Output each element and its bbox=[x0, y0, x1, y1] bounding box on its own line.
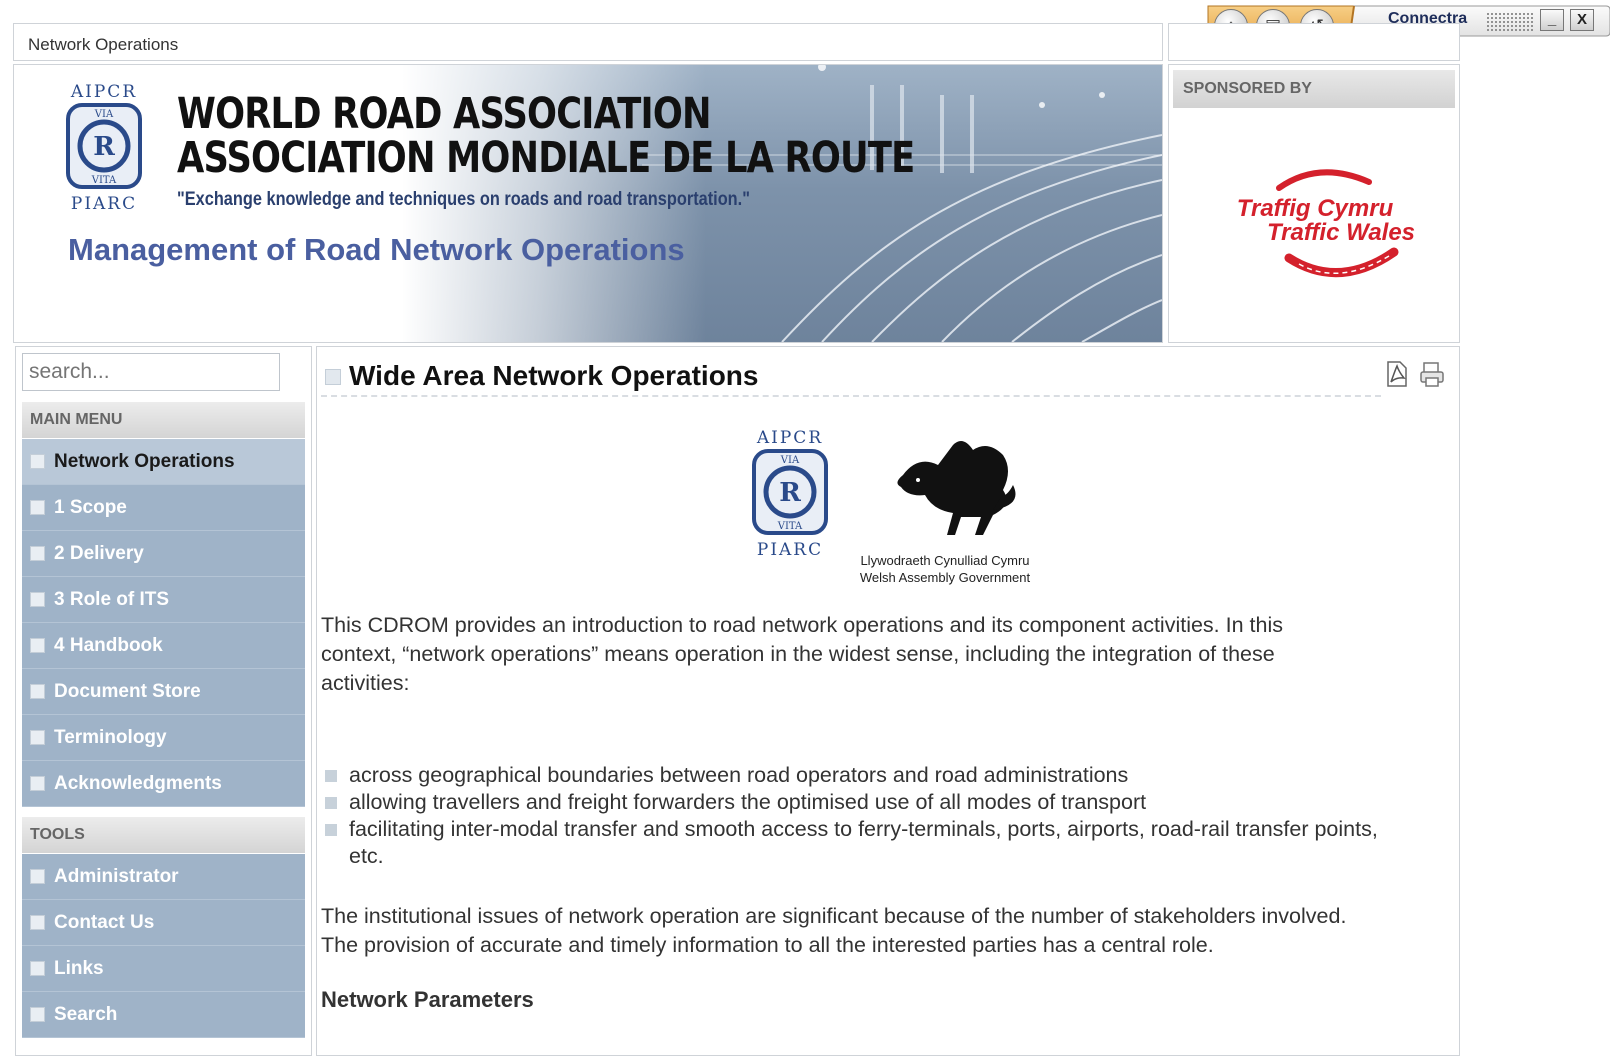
menu-item-document-store[interactable]: Document Store bbox=[22, 669, 305, 715]
svg-text:R: R bbox=[779, 478, 801, 508]
sponsor-panel: SPONSORED BY Traffig Cymru Traffic Wales bbox=[1168, 64, 1460, 343]
site-title: Management of Road Network Operations bbox=[68, 232, 685, 267]
main-menu-heading-bar: MAIN MENU bbox=[22, 402, 305, 438]
svg-text:AIPCR: AIPCR bbox=[70, 83, 137, 102]
menu-item-scope[interactable]: 1 Scope bbox=[22, 485, 305, 531]
square-bullet-icon bbox=[325, 770, 337, 782]
traffic-wales-logo[interactable]: Traffig Cymru Traffic Wales bbox=[1219, 160, 1419, 290]
sponsor-heading-bar: SPONSORED BY bbox=[1173, 70, 1455, 108]
intro-paragraph: This CDROM provides an introduction to r… bbox=[321, 613, 1283, 695]
menu-item-administrator[interactable]: Administrator bbox=[22, 854, 305, 900]
tools-menu: Administrator Contact Us Links Search bbox=[22, 854, 305, 1038]
svg-text:R: R bbox=[93, 132, 115, 162]
square-bullet-icon bbox=[30, 500, 45, 515]
svg-text:AIPCR: AIPCR bbox=[756, 429, 823, 448]
minimize-button[interactable]: _ bbox=[1540, 9, 1564, 31]
title-divider bbox=[321, 395, 1381, 397]
square-bullet-icon bbox=[30, 1007, 45, 1022]
square-bullet-icon bbox=[30, 869, 45, 884]
aipcr-logo: AIPCR R VIA VITA PIARC bbox=[66, 83, 142, 213]
search-input[interactable] bbox=[22, 353, 280, 391]
menu-item-contact-us[interactable]: Contact Us bbox=[22, 900, 305, 946]
breadcrumb-text: Network Operations bbox=[28, 35, 179, 54]
page-title: Wide Area Network Operations bbox=[349, 360, 759, 391]
tools-heading-bar: TOOLS bbox=[22, 817, 305, 853]
square-bullet-icon bbox=[30, 961, 45, 976]
menu-item-acknowledgments[interactable]: Acknowledgments bbox=[22, 761, 305, 807]
sponsor-heading: SPONSORED BY bbox=[1183, 80, 1312, 97]
svg-text:VIA: VIA bbox=[94, 109, 114, 120]
institutional-paragraph: The institutional issues of network oper… bbox=[321, 904, 1347, 957]
square-bullet-icon bbox=[325, 797, 337, 809]
tools-heading: TOOLS bbox=[30, 826, 85, 843]
main-menu-heading: MAIN MENU bbox=[30, 411, 123, 428]
header-banner: AIPCR R VIA VITA PIARC WORLD ROAD ASSOCI… bbox=[13, 64, 1163, 343]
aipcr-partner-logo: AIPCR R VIA VITA PIARC bbox=[752, 429, 828, 559]
main-menu: Network Operations 1 Scope 2 Delivery 3 … bbox=[22, 439, 305, 807]
list-item: allowing travellers and freight forwarde… bbox=[321, 789, 1441, 816]
svg-text:VITA: VITA bbox=[777, 521, 803, 532]
menu-item-links[interactable]: Links bbox=[22, 946, 305, 992]
breadcrumb: Network Operations bbox=[13, 23, 1163, 61]
main-content: Wide Area Network Operations AIPCR R VIA… bbox=[316, 346, 1460, 1056]
svg-text:VITA: VITA bbox=[91, 175, 117, 186]
header-right-cell bbox=[1168, 23, 1460, 61]
square-bullet-icon bbox=[30, 776, 45, 791]
list-item: facilitating inter-modal transfer and sm… bbox=[321, 816, 1409, 870]
close-button[interactable]: X bbox=[1570, 9, 1594, 31]
svg-text:VIA: VIA bbox=[780, 455, 800, 466]
svg-text:PIARC: PIARC bbox=[71, 194, 137, 213]
square-bullet-icon bbox=[30, 915, 45, 930]
menu-item-terminology[interactable]: Terminology bbox=[22, 715, 305, 761]
section-heading: Network Parameters bbox=[321, 987, 534, 1012]
org-title-english: WORLD ROAD ASSOCIATION bbox=[177, 89, 711, 139]
svg-text:Traffig Cymru: Traffig Cymru bbox=[1237, 195, 1394, 222]
print-icon[interactable] bbox=[1417, 359, 1447, 389]
toolbar-drag-grip[interactable] bbox=[1486, 12, 1534, 32]
welsh-assembly-caption: Llywodraeth Cynulliad Cymru Welsh Assemb… bbox=[859, 553, 1031, 585]
svg-text:PIARC: PIARC bbox=[757, 540, 823, 559]
menu-item-handbook[interactable]: 4 Handbook bbox=[22, 623, 305, 669]
list-item: across geographical boundaries between r… bbox=[321, 762, 1441, 789]
menu-item-delivery[interactable]: 2 Delivery bbox=[22, 531, 305, 577]
square-bullet-icon bbox=[30, 684, 45, 699]
square-bullet-icon bbox=[325, 369, 341, 385]
menu-item-role-of-its[interactable]: 3 Role of ITS bbox=[22, 577, 305, 623]
square-bullet-icon bbox=[325, 824, 337, 836]
welsh-dragon-logo bbox=[897, 441, 1016, 535]
square-bullet-icon bbox=[30, 592, 45, 607]
org-tagline: "Exchange knowledge and techniques on ro… bbox=[177, 189, 750, 210]
square-bullet-icon bbox=[30, 454, 45, 469]
menu-item-network-operations[interactable]: Network Operations bbox=[22, 439, 305, 485]
svg-text:Traffic Wales: Traffic Wales bbox=[1267, 219, 1415, 246]
square-bullet-icon bbox=[30, 638, 45, 653]
square-bullet-icon bbox=[30, 546, 45, 561]
square-bullet-icon bbox=[30, 730, 45, 745]
sidebar: MAIN MENU Network Operations 1 Scope 2 D… bbox=[15, 346, 312, 1056]
bullet-list: across geographical boundaries between r… bbox=[321, 762, 1441, 870]
pdf-icon[interactable] bbox=[1381, 359, 1411, 389]
org-title-french: ASSOCIATION MONDIALE DE LA ROUTE bbox=[177, 133, 915, 183]
menu-item-search[interactable]: Search bbox=[22, 992, 305, 1038]
